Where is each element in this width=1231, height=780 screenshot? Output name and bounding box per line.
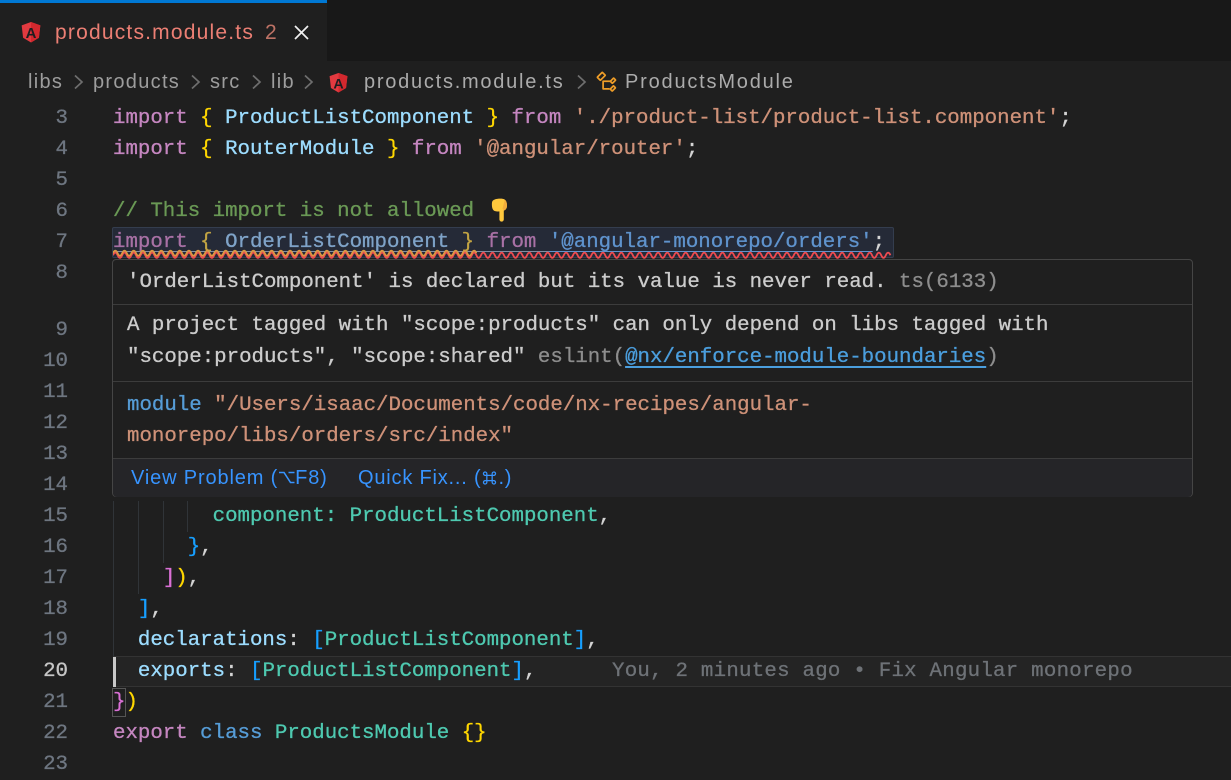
svg-text:A: A bbox=[333, 76, 343, 92]
svg-text:A: A bbox=[26, 25, 37, 42]
